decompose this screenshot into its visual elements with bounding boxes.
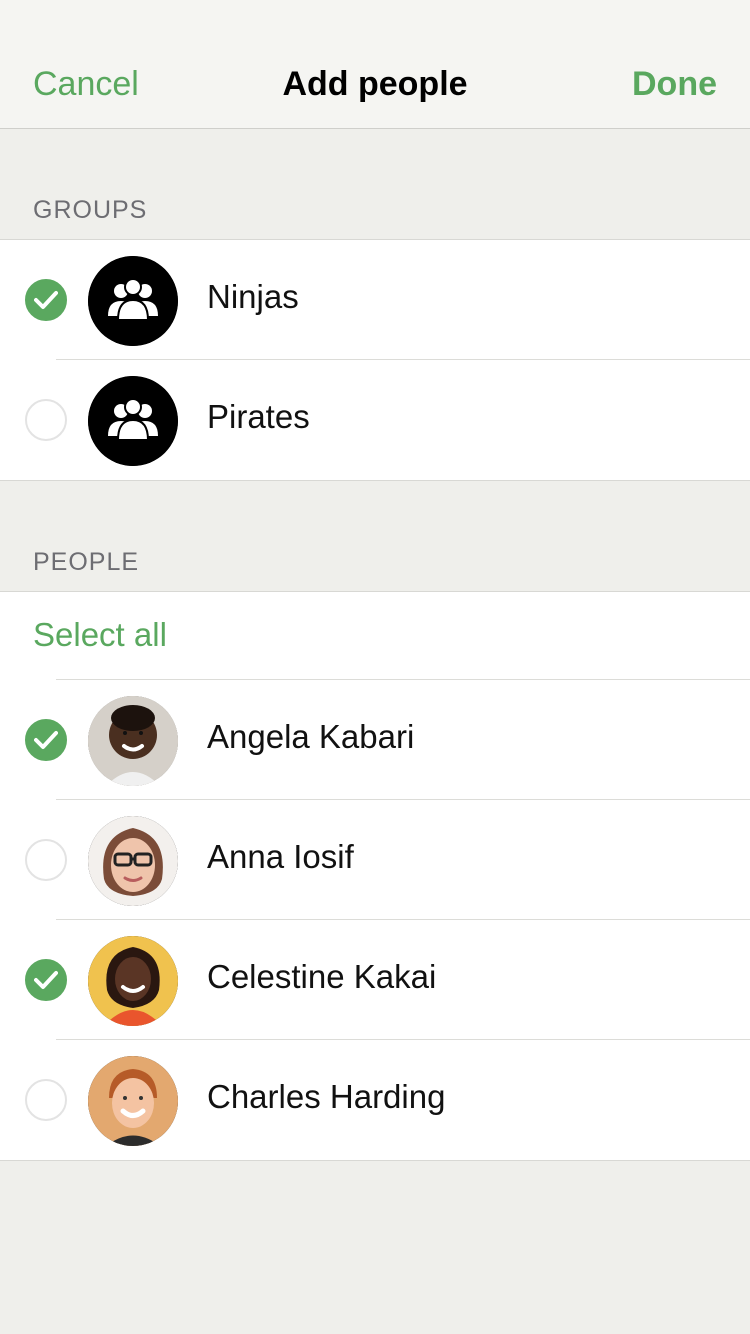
checkmark-selected-icon[interactable]: [25, 279, 67, 321]
done-button[interactable]: Done: [632, 62, 717, 106]
avatar-photo: [88, 816, 178, 906]
groups-list: Ninjas Pirates: [0, 239, 750, 481]
checkmark-selected-icon[interactable]: [25, 959, 67, 1001]
group-name: Pirates: [207, 398, 310, 435]
people-list: Select all Angela Kabari Anna Iosif Cele…: [0, 591, 750, 1161]
group-name: Ninjas: [207, 278, 299, 315]
person-name: Celestine Kakai: [207, 958, 437, 995]
group-row-pirates[interactable]: Pirates: [0, 360, 750, 480]
add-people-screen: Cancel Add people Done GROUPS Ninjas Pir…: [0, 0, 750, 1334]
people-section-header: PEOPLE: [33, 548, 140, 576]
checkmark-selected-icon[interactable]: [25, 719, 67, 761]
person-name: Angela Kabari: [207, 718, 415, 755]
groups-section-header: GROUPS: [33, 196, 148, 224]
checkmark-empty-icon[interactable]: [25, 399, 67, 441]
group-row-ninjas[interactable]: Ninjas: [0, 240, 750, 360]
checkmark-empty-icon[interactable]: [25, 839, 67, 881]
avatar-photo: [88, 936, 178, 1026]
person-row-anna-iosif[interactable]: Anna Iosif: [0, 800, 750, 920]
select-all-button[interactable]: Select all: [33, 616, 167, 654]
person-name: Anna Iosif: [207, 838, 354, 875]
avatar-photo: [88, 1056, 178, 1146]
person-row-charles-harding[interactable]: Charles Harding: [0, 1040, 750, 1160]
person-row-angela-kabari[interactable]: Angela Kabari: [0, 680, 750, 800]
checkmark-empty-icon[interactable]: [25, 1079, 67, 1121]
group-icon: [88, 376, 178, 466]
person-row-celestine-kakai[interactable]: Celestine Kakai: [0, 920, 750, 1040]
avatar-photo: [88, 696, 178, 786]
group-icon: [88, 256, 178, 346]
select-all-row[interactable]: Select all: [0, 592, 750, 680]
person-name: Charles Harding: [207, 1078, 446, 1115]
navigation-bar: Cancel Add people Done: [0, 0, 750, 129]
